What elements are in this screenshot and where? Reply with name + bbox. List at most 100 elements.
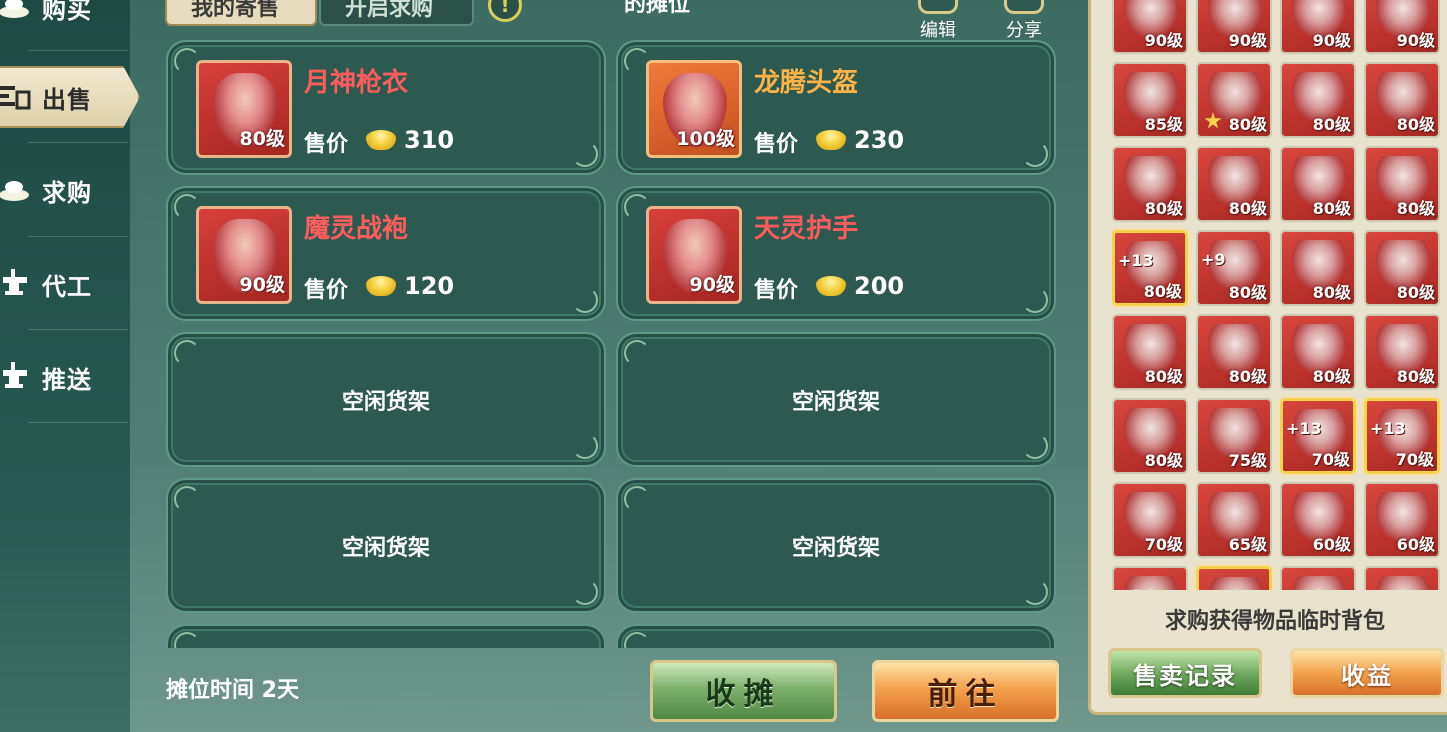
edit-icon xyxy=(918,0,958,14)
anvil-icon xyxy=(0,264,34,304)
shelf-slot[interactable]: 80级 月神枪衣 售价 310 xyxy=(166,40,606,175)
enhance-level: +9 xyxy=(1201,250,1226,269)
empty-shelf-slot[interactable]: 空闲货架 xyxy=(616,478,1056,613)
bag-item-cell[interactable]: 90级 xyxy=(1196,0,1272,54)
item-level: 90级 xyxy=(239,274,285,296)
coin-tray-icon xyxy=(0,0,34,27)
bag-item-cell[interactable] xyxy=(1364,566,1440,590)
bag-item-cell[interactable]: 80级 xyxy=(1280,146,1356,222)
nav-item-sell[interactable]: 出售 xyxy=(0,66,140,128)
nav-label-crafting: 代工 xyxy=(42,272,92,301)
bag-item-cell[interactable]: 80级 xyxy=(1364,62,1440,138)
bag-item-cell[interactable]: 80级 xyxy=(1364,314,1440,390)
bag-item-cell[interactable]: 80级 xyxy=(1364,146,1440,222)
bag-item-cell[interactable]: 80级 xyxy=(1280,314,1356,390)
gold-ingot-icon xyxy=(366,276,396,296)
shelf-slot[interactable]: 100级 龙腾头盔 售价 230 xyxy=(616,40,1056,175)
bag-item-level: 60级 xyxy=(1312,535,1351,554)
edit-label: 编辑 xyxy=(920,20,956,41)
bag-item-level: 80级 xyxy=(1312,367,1351,386)
nav-divider xyxy=(28,50,128,51)
bag-item-cell[interactable]: 80级 xyxy=(1196,146,1272,222)
help-icon[interactable]: ! xyxy=(488,0,522,22)
bag-item-cell[interactable]: 80级 xyxy=(1112,398,1188,474)
nav-divider xyxy=(28,329,128,330)
shelf-slot[interactable]: 90级 魔灵战袍 售价 120 xyxy=(166,186,606,321)
nav-item-push[interactable]: 推送 xyxy=(0,342,130,412)
empty-shelf-slot[interactable] xyxy=(166,624,606,648)
bag-item-cell[interactable]: 80级 xyxy=(1196,62,1272,138)
nav-label-buy: 购买 xyxy=(42,0,92,24)
item-name: 天灵护手 xyxy=(754,214,859,244)
nav-item-request[interactable]: 求购 xyxy=(0,155,130,225)
bag-item-cell[interactable]: +13 80级 xyxy=(1112,230,1188,306)
empty-shelf-slot[interactable]: 空闲货架 xyxy=(616,332,1056,467)
bag-item-cell[interactable]: +8 xyxy=(1112,566,1188,590)
equipment-icon xyxy=(1376,576,1430,590)
go-button[interactable]: 前往 xyxy=(872,660,1059,722)
share-icon xyxy=(1004,0,1044,14)
bag-item-cell[interactable]: 80级 xyxy=(1364,230,1440,306)
sales-records-button[interactable]: 售卖记录 xyxy=(1108,648,1262,698)
bag-item-cell[interactable]: 70级 xyxy=(1112,482,1188,558)
bag-item-level: 80级 xyxy=(1228,367,1267,386)
enhance-level: +13 xyxy=(1286,419,1322,438)
item-name: 龙腾头盔 xyxy=(754,68,859,98)
consign-tabs: 我的寄售 开启求购 xyxy=(165,0,474,26)
equipment-icon xyxy=(1209,577,1263,590)
item-level: 80级 xyxy=(239,128,285,150)
nav-divider xyxy=(28,142,128,143)
item-level: 100级 xyxy=(676,128,735,150)
share-button[interactable]: 分享 xyxy=(996,0,1052,42)
price-label: 售价 xyxy=(304,132,349,157)
enhance-level: +13 xyxy=(1118,251,1154,270)
bag-item-cell[interactable]: 80级 xyxy=(1280,230,1356,306)
bag-item-cell[interactable]: 65级 xyxy=(1196,482,1272,558)
stall-title: 的摊位 xyxy=(624,0,691,17)
price-label: 售价 xyxy=(754,132,799,157)
bag-item-cell[interactable]: 80级 xyxy=(1280,62,1356,138)
bag-item-level: 80级 xyxy=(1228,283,1267,302)
shelf-grid: 80级 月神枪衣 售价 310 100级 龙腾头盔 售价 230 90级 魔灵战… xyxy=(166,40,1058,648)
tab-my-consignment[interactable]: 我的寄售 xyxy=(165,0,317,26)
bag-item-cell[interactable]: 75级 xyxy=(1196,398,1272,474)
edit-button[interactable]: 编辑 xyxy=(910,0,966,42)
bag-item-cell[interactable]: 80级 xyxy=(1196,314,1272,390)
bag-item-cell[interactable]: 80级 xyxy=(1112,146,1188,222)
nav-label-sell: 出售 xyxy=(42,85,92,114)
empty-shelf-label: 空闲货架 xyxy=(791,389,880,415)
empty-shelf-slot[interactable]: 空闲货架 xyxy=(166,478,606,613)
price-value: 120 xyxy=(404,272,455,300)
bag-item-level: 80级 xyxy=(1396,115,1435,134)
bag-item-cell[interactable]: 60级 xyxy=(1280,482,1356,558)
earnings-button[interactable]: 收益 xyxy=(1290,648,1444,698)
bag-item-cell[interactable] xyxy=(1196,566,1272,590)
stall-icon xyxy=(0,77,34,117)
bag-item-level: 90级 xyxy=(1396,31,1435,50)
bag-item-cell[interactable]: +13 70级 xyxy=(1364,398,1440,474)
bag-item-cell[interactable]: +13 70级 xyxy=(1280,398,1356,474)
bag-item-level: 80级 xyxy=(1312,283,1351,302)
empty-shelf-slot[interactable] xyxy=(616,624,1056,648)
robe-icon: 80级 xyxy=(196,60,292,158)
bag-item-cell[interactable]: 85级 xyxy=(1112,62,1188,138)
empty-shelf-slot[interactable]: 空闲货架 xyxy=(166,332,606,467)
bag-item-cell[interactable]: 90级 xyxy=(1112,0,1188,54)
bag-item-level: 70级 xyxy=(1395,450,1434,469)
bag-item-level: 90级 xyxy=(1228,31,1267,50)
bag-item-level: 90级 xyxy=(1144,31,1183,50)
close-stall-button[interactable]: 收摊 xyxy=(650,660,837,722)
bag-item-cell[interactable] xyxy=(1280,566,1356,590)
bag-item-level: 85级 xyxy=(1144,115,1183,134)
bag-item-cell[interactable]: 60级 xyxy=(1364,482,1440,558)
nav-item-buy[interactable]: 购买 xyxy=(0,0,130,42)
item-name: 月神枪衣 xyxy=(304,68,409,98)
tab-open-request[interactable]: 开启求购 xyxy=(319,0,474,26)
shelf-slot[interactable]: 90级 天灵护手 售价 200 xyxy=(616,186,1056,321)
anvil-icon xyxy=(0,357,34,397)
bag-item-cell[interactable]: 80级 xyxy=(1112,314,1188,390)
bag-item-cell[interactable]: +9 80级 xyxy=(1196,230,1272,306)
bag-item-cell[interactable]: 90级 xyxy=(1364,0,1440,54)
bag-item-cell[interactable]: 90级 xyxy=(1280,0,1356,54)
nav-item-crafting[interactable]: 代工 xyxy=(0,249,130,319)
